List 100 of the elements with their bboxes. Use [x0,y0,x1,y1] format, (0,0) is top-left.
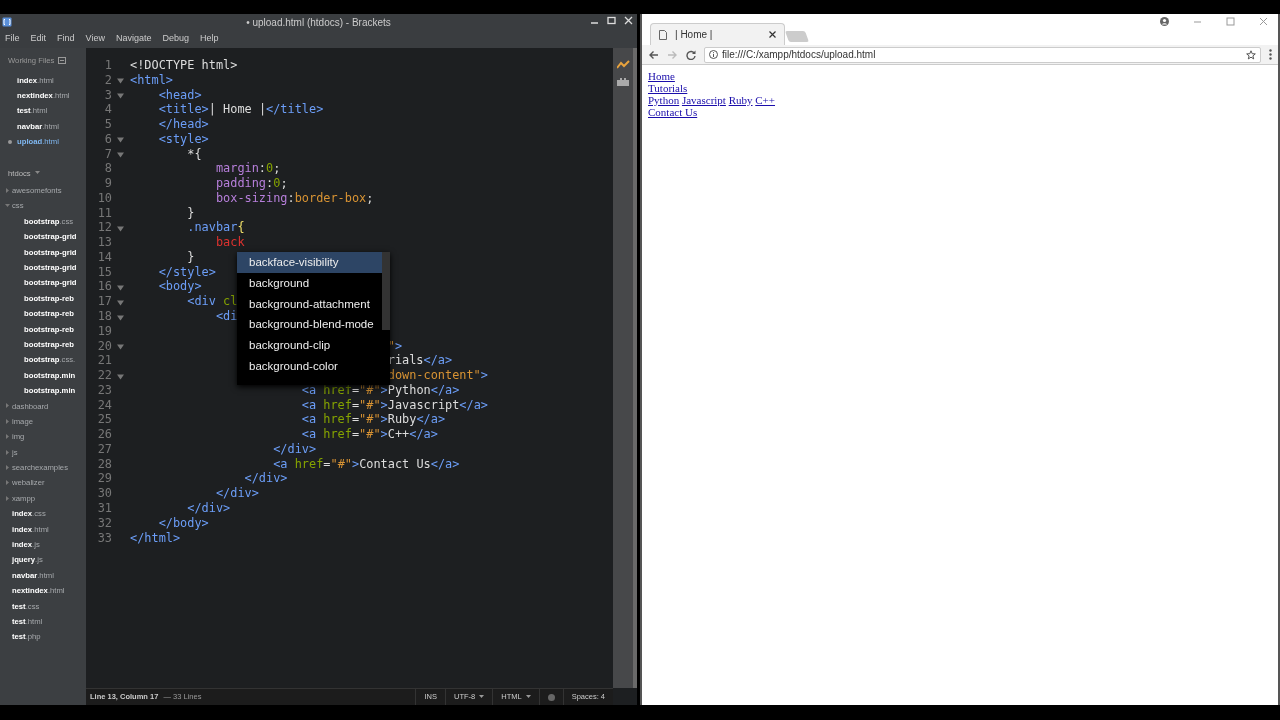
caret-icon [479,695,485,699]
line-number: 26 [96,427,112,442]
fold-arrow-icon[interactable] [116,137,124,144]
code-line: .navbar{ [187,220,245,235]
line-number: 8 [103,161,112,177]
hint-item[interactable]: background-blend-mode [237,314,382,336]
line-number: 16 [96,279,112,295]
hint-item[interactable]: background-clip [237,335,382,356]
code-line: <div cl [187,294,238,309]
app-logo-icon [2,17,12,27]
line-number: 30 [96,486,112,501]
fold-arrow-icon[interactable] [116,78,124,85]
code-line: padding:0; [215,176,288,191]
info-icon [709,50,718,59]
menu-item[interactable]: Navigate [115,32,152,46]
code-line: *{ [187,146,202,161]
hint-item[interactable]: background-color [237,356,382,377]
tab-title: | Home | [675,28,714,42]
line-number: 5 [103,117,112,132]
code-line: </html> [130,530,181,545]
code-line: <a href="#">Contact Us</a> [273,456,460,471]
modified-dot-icon [8,140,12,145]
profile-icon[interactable] [1160,17,1169,26]
line-number: 2 [103,72,112,88]
line-number: 9 [103,176,112,191]
menu-item[interactable]: View [85,32,105,46]
code-line: </div> [244,471,288,486]
line-number: 15 [96,264,112,280]
fold-arrow-icon[interactable] [116,314,124,321]
link[interactable]: C++ [755,94,775,106]
code-line: <a href="#">Javascript</a> [301,397,488,412]
menu-item[interactable]: File [5,32,20,46]
window-title: • upload.html (htdocs) - Brackets [246,15,391,30]
code-line: </style> [158,264,216,279]
code-line: <a href="#">Ruby</a> [301,412,446,427]
line-number: 19 [96,323,112,339]
star-icon[interactable] [1246,49,1256,60]
dropdown-icon [34,171,40,176]
code-line: </div> [273,441,317,456]
fold-arrow-icon[interactable] [116,152,124,159]
code-line: <style> [158,131,209,146]
code-line: box-sizing:border-box; [215,190,374,205]
reload-icon[interactable] [686,49,696,60]
code-line: <a href="#">C++</a> [301,427,438,442]
code-line: <head> [158,87,202,102]
hint-item[interactable]: background [237,272,382,294]
line-number: 23 [96,382,112,398]
hint-item[interactable]: background-attachment [237,293,382,315]
link[interactable]: Contact Us [648,106,698,118]
menu-icon[interactable] [1269,49,1272,60]
fold-arrow-icon[interactable] [116,299,124,306]
line-number: 14 [96,249,112,265]
fold-arrow-icon[interactable] [116,225,124,232]
line-number: 12 [96,220,112,236]
link[interactable]: Tutorials [648,82,688,94]
code-line: down-content"> [387,368,488,383]
fold-arrow-icon[interactable] [116,93,124,100]
code-line: back [215,235,245,250]
hint-item[interactable]: backface-visibility [237,252,382,273]
back-icon[interactable] [648,49,659,60]
line-number: 6 [103,131,112,147]
line-number: 21 [96,353,112,369]
line-number: 7 [103,146,112,162]
close-icon[interactable] [769,31,776,38]
code-line: "> [387,338,403,353]
browser-tab[interactable]: | Home | [650,23,785,45]
fold-arrow-icon[interactable] [116,373,124,380]
code-line: } [187,249,195,264]
line-number: 27 [96,441,112,457]
menu-item[interactable]: Help [199,32,219,46]
link[interactable]: Javascript [681,94,726,106]
link[interactable]: Home [648,70,675,82]
address-bar[interactable]: file:///C:/xampp/htdocs/upload.html [704,46,1261,63]
extension-icon[interactable] [617,77,629,86]
menu-item[interactable]: Debug [162,32,189,46]
live-preview-icon[interactable] [616,60,630,69]
code-line: } [187,205,195,220]
line-number: 25 [96,412,112,428]
linter-status-icon[interactable] [547,693,555,701]
line-number: 17 [96,294,112,310]
link[interactable]: Python [648,94,680,106]
menu-item[interactable]: Edit [30,32,47,46]
code-line: </head> [158,117,209,132]
code-line: <!DOCTYPE html> [130,58,238,72]
line-number: 1 [103,58,112,73]
line-number: 32 [96,515,112,531]
fold-arrow-icon[interactable] [116,344,124,351]
fold-arrow-icon[interactable] [116,285,124,291]
code-line: rials</a> [387,353,453,368]
link[interactable]: Ruby [728,94,753,106]
line-number: 20 [96,338,112,354]
code-line: </div> [215,486,259,501]
code-line: </body> [158,515,209,530]
line-number: 10 [96,190,112,206]
menu-item[interactable]: Find [57,32,75,46]
code-line: <di [215,309,238,323]
caret-icon [525,695,531,699]
line-number: 22 [96,368,112,383]
code-line: <body> [158,279,202,294]
line-number: 24 [96,397,112,413]
